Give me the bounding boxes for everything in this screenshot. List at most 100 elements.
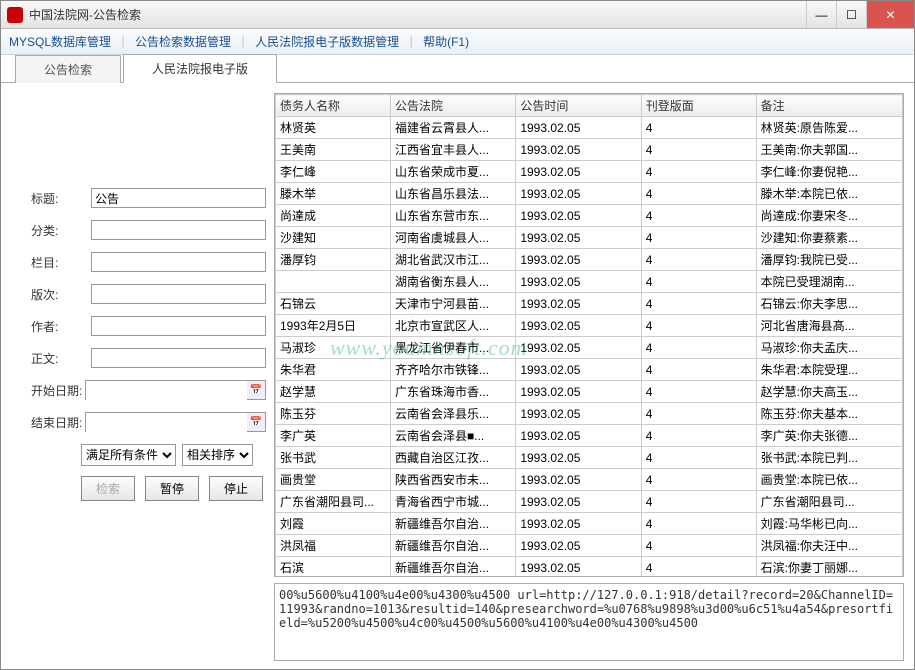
label-category: 分类: [31, 222, 91, 239]
cell: 江西省宜丰县人... [390, 139, 515, 161]
log-output[interactable]: 00%u5600%u4100%u4e00%u4300%u4500 url=htt… [274, 583, 904, 661]
cell: 潘厚钧 [276, 249, 391, 271]
table-row[interactable]: 王美南江西省宜丰县人...1993.02.054王美南:你夫郭国... [276, 139, 903, 161]
cell: 本院已受理湖南... [756, 271, 902, 293]
menu-help[interactable]: 帮助(F1) [421, 33, 471, 50]
input-title[interactable] [91, 188, 266, 208]
cell: 4 [641, 381, 756, 403]
cell: 朱华君 [276, 359, 391, 381]
cell: 1993.02.05 [516, 359, 641, 381]
col-header[interactable]: 债务人名称 [276, 95, 391, 117]
col-header[interactable]: 公告法院 [390, 95, 515, 117]
input-start-date[interactable] [86, 381, 247, 401]
cell: 4 [641, 293, 756, 315]
cell: 4 [641, 161, 756, 183]
table-row[interactable]: 张书武西藏自治区江孜...1993.02.054张书武:本院已判... [276, 447, 903, 469]
cell: 广东省潮阳县司... [756, 491, 902, 513]
table-row[interactable]: 陈玉芬云南省会泽县乐...1993.02.054陈玉芬:你夫基本... [276, 403, 903, 425]
pause-button[interactable]: 暂停 [145, 476, 199, 501]
input-body[interactable] [91, 348, 266, 368]
input-end-date[interactable] [86, 413, 247, 433]
cell: 山东省东营市东... [390, 205, 515, 227]
table-row[interactable]: 石滨新疆维吾尔自治...1993.02.054石滨:你妻丁丽娜... [276, 557, 903, 578]
table-row[interactable]: 画贵堂陕西省西安市未...1993.02.054画贵堂:本院已依... [276, 469, 903, 491]
table-row[interactable]: 朱华君齐齐哈尔市铁锋...1993.02.054朱华君:本院受理... [276, 359, 903, 381]
table-row[interactable]: 沙建知河南省虞城县人...1993.02.054沙建知:你妻蔡素... [276, 227, 903, 249]
cell: 赵学慧 [276, 381, 391, 403]
cell: 4 [641, 139, 756, 161]
table-row[interactable]: 潘厚钧湖北省武汉市江...1993.02.054潘厚钧:我院已受... [276, 249, 903, 271]
cell: 1993.02.05 [516, 249, 641, 271]
table-row[interactable]: 1993年2月5日北京市宣武区人...1993.02.054河北省唐海县髙... [276, 315, 903, 337]
col-header[interactable]: 公告时间 [516, 95, 641, 117]
search-button[interactable]: 检索 [81, 476, 135, 501]
cell: 青海省西宁市城... [390, 491, 515, 513]
table-row[interactable]: 洪凤福新疆维吾尔自治...1993.02.054洪凤福:你夫汪中... [276, 535, 903, 557]
cell: 张书武:本院已判... [756, 447, 902, 469]
table-row[interactable]: 广东省潮阳县司...青海省西宁市城...1993.02.054广东省潮阳县司..… [276, 491, 903, 513]
cell: 1993.02.05 [516, 227, 641, 249]
table-row[interactable]: 李仁峰山东省荣成市夏...1993.02.054李仁峰:你妻倪艳... [276, 161, 903, 183]
cell: 1993.02.05 [516, 337, 641, 359]
cell: 马淑珍 [276, 337, 391, 359]
cell: 石滨 [276, 557, 391, 578]
cell: 刘霞:马华彬已向... [756, 513, 902, 535]
table-row[interactable]: 马淑珍黑龙江省伊春市...1993.02.054马淑珍:你夫孟庆... [276, 337, 903, 359]
menu-gonggao[interactable]: 公告检索数据管理 [133, 33, 233, 50]
cell: 林贤英 [276, 117, 391, 139]
input-category[interactable] [91, 220, 266, 240]
table-row[interactable]: 赵学慧广东省珠海市香...1993.02.054赵学慧:你夫高玉... [276, 381, 903, 403]
label-edition: 版次: [31, 286, 91, 303]
menu-mysql[interactable]: MYSQL数据库管理 [7, 33, 113, 50]
table-row[interactable]: 刘霞新疆维吾尔自治...1993.02.054刘霞:马华彬已向... [276, 513, 903, 535]
input-edition[interactable] [91, 284, 266, 304]
cell: 齐齐哈尔市铁锋... [390, 359, 515, 381]
cell: 张书武 [276, 447, 391, 469]
cell: 1993.02.05 [516, 491, 641, 513]
stop-button[interactable]: 停止 [209, 476, 263, 501]
cell: 1993.02.05 [516, 447, 641, 469]
input-author[interactable] [91, 316, 266, 336]
calendar-icon[interactable]: 📅 [247, 413, 265, 431]
close-button[interactable]: ✕ [866, 1, 914, 28]
table-row[interactable]: 李广英云南省会泽县■...1993.02.054李广英:你夫张德... [276, 425, 903, 447]
cell: 福建省云霄县人... [390, 117, 515, 139]
cell: 陕西省西安市未... [390, 469, 515, 491]
minimize-button[interactable]: — [806, 1, 836, 28]
cell: 1993.02.05 [516, 205, 641, 227]
tabs: 公告检索 人民法院报电子版 [1, 55, 914, 83]
cell: 沙建知 [276, 227, 391, 249]
cell: 石锦云 [276, 293, 391, 315]
table-row[interactable]: 林贤英福建省云霄县人...1993.02.054林贤英:原告陈爱... [276, 117, 903, 139]
cell: 尚達成:你妻宋冬... [756, 205, 902, 227]
cell: 1993.02.05 [516, 425, 641, 447]
select-sort[interactable]: 相关排序 [182, 444, 253, 466]
cell: 滕木举:本院已依... [756, 183, 902, 205]
table-row[interactable]: 石锦云天津市宁河县苗...1993.02.054石锦云:你夫李思... [276, 293, 903, 315]
maximize-button[interactable]: ☐ [836, 1, 866, 28]
cell: 1993.02.05 [516, 271, 641, 293]
cell: 朱华君:本院受理... [756, 359, 902, 381]
cell: 潘厚钧:我院已受... [756, 249, 902, 271]
cell: 1993.02.05 [516, 161, 641, 183]
input-column[interactable] [91, 252, 266, 272]
menubar: MYSQL数据库管理 ｜ 公告检索数据管理 ｜ 人民法院报电子版数据管理 ｜ 帮… [1, 29, 914, 55]
cell [276, 271, 391, 293]
menu-renmin[interactable]: 人民法院报电子版数据管理 [253, 33, 401, 50]
col-header[interactable]: 刊登版面 [641, 95, 756, 117]
table-row[interactable]: 尚達成山东省东营市东...1993.02.054尚達成:你妻宋冬... [276, 205, 903, 227]
calendar-icon[interactable]: 📅 [247, 381, 265, 399]
tab-gonggao[interactable]: 公告检索 [15, 55, 121, 83]
select-condition[interactable]: 满足所有条件 [81, 444, 176, 466]
cell: 新疆维吾尔自治... [390, 557, 515, 578]
cell: 4 [641, 183, 756, 205]
cell: 山东省荣成市夏... [390, 161, 515, 183]
label-start: 开始日期: [31, 382, 85, 399]
tab-renmin[interactable]: 人民法院报电子版 [123, 54, 277, 83]
table-row[interactable]: 滕木举山东省昌乐县法...1993.02.054滕木举:本院已依... [276, 183, 903, 205]
cell: 4 [641, 359, 756, 381]
table-row[interactable]: 湖南省衡东县人...1993.02.054本院已受理湖南... [276, 271, 903, 293]
cell: 陈玉芬:你夫基本... [756, 403, 902, 425]
results-grid[interactable]: 债务人名称公告法院公告时间刊登版面备注 林贤英福建省云霄县人...1993.02… [274, 93, 904, 577]
col-header[interactable]: 备注 [756, 95, 902, 117]
